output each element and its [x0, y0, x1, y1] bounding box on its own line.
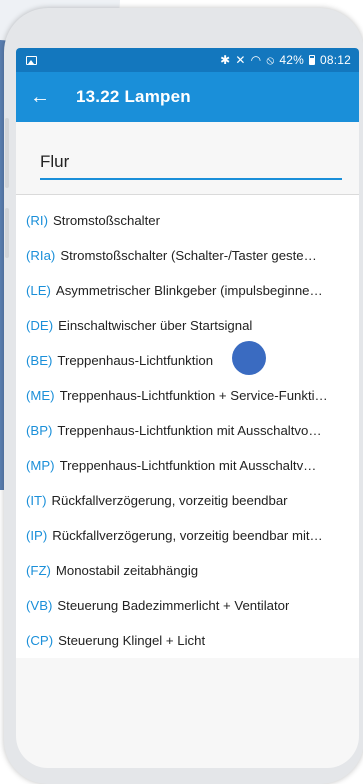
function-label: Treppenhaus-Lichtfunktion mit Ausschaltv… [57, 423, 322, 438]
list-item[interactable]: (MP) Treppenhaus-Lichtfunktion mit Aussch… [16, 448, 359, 483]
function-label: Rückfallverzögerung, vorzeitig beendbar [51, 493, 288, 508]
search-input[interactable] [40, 152, 342, 180]
function-code: (BP) [26, 423, 53, 438]
function-list: (RI) Stromstoßschalter (RIa) Stromstoßschal… [16, 195, 359, 658]
function-label: Treppenhaus-Lichtfunktion mit Ausschaltv… [59, 458, 317, 473]
page-title: 13.22 Lampen [76, 87, 191, 106]
list-item[interactable]: (FZ) Monostabil zeitabhängig [16, 553, 359, 588]
function-label: Monostabil zeitabhängig [55, 563, 199, 578]
function-code: (RIa) [26, 248, 56, 263]
search-area [16, 122, 359, 195]
function-label: Treppenhaus-Lichtfunktion [57, 353, 214, 368]
function-code: (IP) [26, 528, 48, 543]
function-code: (DE) [26, 318, 54, 333]
list-item[interactable]: (VB) Steuerung Badezimmerlicht + Ventilat… [16, 588, 359, 623]
no-sim-icon: ⦸ [266, 52, 275, 67]
battery-percent: 42% [279, 53, 304, 67]
function-code: (VB) [26, 598, 53, 613]
clock: 08:12 [319, 53, 351, 67]
app-bar: ← 13.22 Lampen [16, 72, 359, 122]
function-code: (CP) [26, 633, 54, 648]
function-label: Stromstoßschalter [52, 213, 160, 228]
battery-icon [308, 55, 315, 65]
bluetooth-icon: ✱ [220, 53, 231, 67]
function-code: (MP) [26, 458, 55, 473]
wifi-icon: ◠ [250, 53, 262, 67]
list-item[interactable]: (LE) Asymmetrischer Blinkgeber (impulsbeg… [16, 273, 359, 308]
phone-frame: ✱ ✕ ◠ ⦸ 42% 08:12 ← 13.22 Lampen (RI) Str… [4, 8, 363, 784]
list-item[interactable]: (BE) Treppenhaus-Lichtfunktion [16, 343, 359, 378]
function-label: Stromstoßschalter (Schalter-/Taster gest… [60, 248, 317, 263]
function-code: (LE) [26, 283, 51, 298]
function-label: Rückfallverzögerung, vorzeitig beendbar … [52, 528, 323, 543]
bixby-button [5, 208, 9, 258]
list-item[interactable]: (BP) Treppenhaus-Lichtfunktion mit Aussch… [16, 413, 359, 448]
list-item[interactable]: (ME) Treppenhaus-Lichtfunktion + Service-… [16, 378, 359, 413]
mute-icon: ✕ [235, 53, 246, 67]
arrow-left-icon[interactable]: ← [30, 87, 66, 107]
image-icon [26, 55, 37, 65]
function-label: Steuerung Badezimmerlicht + Ventilator [57, 598, 290, 613]
function-label: Steuerung Klingel + Licht [58, 633, 206, 648]
status-bar: ✱ ✕ ◠ ⦸ 42% 08:12 [16, 48, 359, 72]
function-code: (FZ) [26, 563, 51, 578]
list-item[interactable]: (RIa) Stromstoßschalter (Schalter-/Taster… [16, 238, 359, 273]
list-item[interactable]: (CP) Steuerung Klingel + Licht [16, 623, 359, 658]
touch-indicator [232, 341, 266, 375]
list-item[interactable]: (IT) Rückfallverzögerung, vorzeitig beend… [16, 483, 359, 518]
list-item[interactable]: (RI) Stromstoßschalter [16, 203, 359, 238]
function-code: (RI) [26, 213, 48, 228]
function-code: (IT) [26, 493, 47, 508]
list-item[interactable]: (DE) Einschaltwischer über Startsignal [16, 308, 359, 343]
function-label: Einschaltwischer über Startsignal [58, 318, 253, 333]
function-code: (BE) [26, 353, 53, 368]
function-code: (ME) [26, 388, 55, 403]
list-item[interactable]: (IP) Rückfallverzögerung, vorzeitig beend… [16, 518, 359, 553]
volume-button [5, 118, 9, 188]
function-label: Asymmetrischer Blinkgeber (impulsbeginne… [55, 283, 323, 298]
screen: ✱ ✕ ◠ ⦸ 42% 08:12 ← 13.22 Lampen (RI) Str… [16, 48, 359, 768]
function-label: Treppenhaus-Lichtfunktion + Service-Funk… [59, 388, 328, 403]
